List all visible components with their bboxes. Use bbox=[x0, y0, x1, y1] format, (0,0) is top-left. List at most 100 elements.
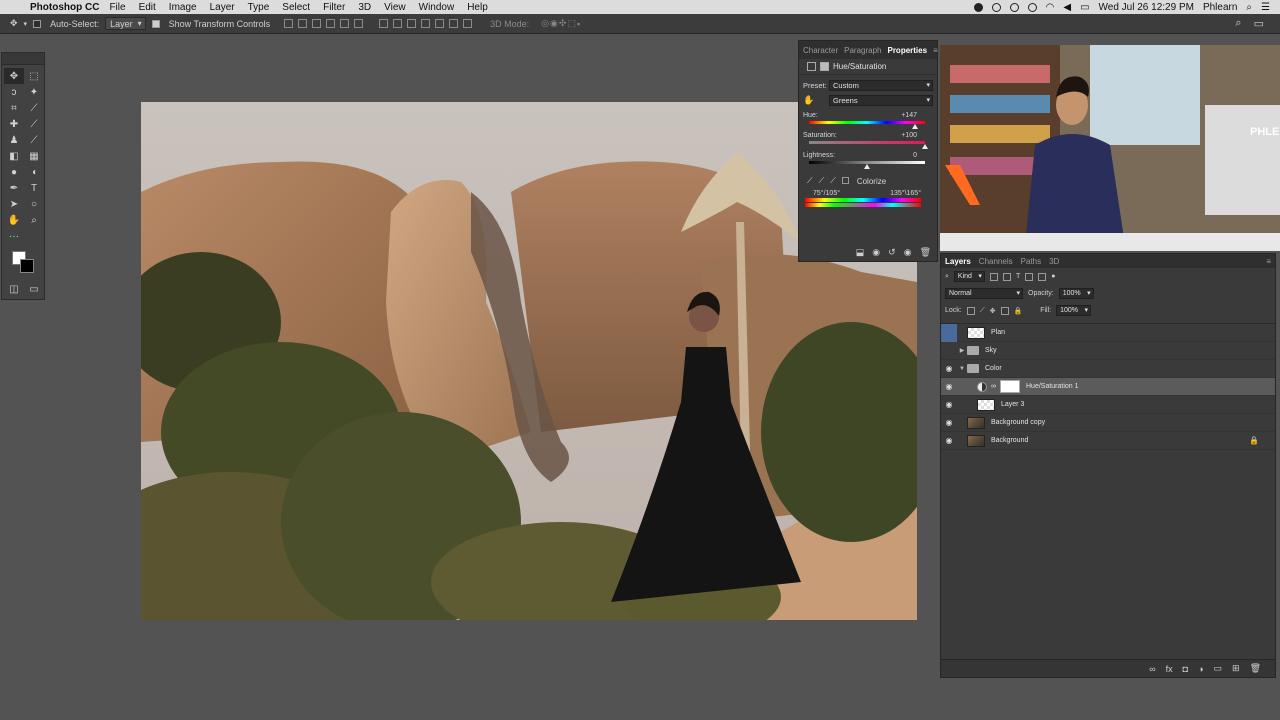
path-selection-tool-icon[interactable]: ➤ bbox=[4, 196, 24, 212]
auto-select-checkbox[interactable] bbox=[33, 19, 44, 29]
colorize-checkbox[interactable] bbox=[841, 176, 851, 186]
eyedropper-icon[interactable]: ⟋ bbox=[807, 176, 813, 186]
blur-tool-icon[interactable]: ● bbox=[4, 164, 24, 180]
notification-center-icon[interactable]: ☰ bbox=[1261, 2, 1270, 13]
opacity-field[interactable]: 100% bbox=[1058, 288, 1094, 299]
clip-to-layer-icon[interactable]: ⬓ bbox=[856, 247, 865, 258]
tab-layers[interactable]: Layers bbox=[945, 257, 971, 266]
filter-toggle-icon[interactable]: ● bbox=[1051, 273, 1055, 280]
tab-character[interactable]: Character bbox=[803, 46, 838, 55]
input-color-bar[interactable] bbox=[805, 198, 921, 202]
distribute-top-icon[interactable] bbox=[379, 19, 389, 28]
layer-mask-thumbnail[interactable] bbox=[1000, 380, 1020, 393]
background-color-swatch[interactable] bbox=[20, 259, 34, 273]
auto-align-icon[interactable] bbox=[463, 19, 473, 28]
wifi-icon[interactable]: ◠ bbox=[1046, 2, 1055, 13]
volume-icon[interactable]: ◀ bbox=[1063, 2, 1071, 13]
3d-roll-icon[interactable]: ◉ bbox=[550, 18, 558, 29]
eyedropper-tool-icon[interactable]: ⟋ bbox=[24, 100, 44, 116]
align-right-icon[interactable] bbox=[354, 19, 364, 28]
distribute-right-icon[interactable] bbox=[449, 19, 459, 28]
tab-channels[interactable]: Channels bbox=[979, 257, 1013, 266]
delete-icon[interactable]: 🗑 bbox=[920, 247, 931, 258]
filter-shape-icon[interactable] bbox=[1025, 272, 1034, 281]
visibility-eye-icon[interactable]: ◉ bbox=[941, 364, 957, 373]
delete-layer-icon[interactable]: 🗑 bbox=[1250, 663, 1261, 674]
menu-edit[interactable]: Edit bbox=[139, 2, 156, 13]
brush-tool-icon[interactable]: ⟋ bbox=[24, 116, 44, 132]
layer-row-plan[interactable]: Plan bbox=[941, 323, 1275, 342]
channel-dropdown[interactable]: Greens bbox=[829, 95, 933, 106]
gradient-tool-icon[interactable]: ▦ bbox=[24, 148, 44, 164]
filter-kind-dropdown[interactable]: Kind bbox=[953, 271, 985, 282]
hand-tool-icon[interactable]: ✋ bbox=[4, 212, 24, 228]
ellipse-tool-icon[interactable]: ○ bbox=[24, 196, 44, 212]
layer-row-background-copy[interactable]: ◉ Background copy bbox=[941, 414, 1275, 432]
layer-name[interactable]: Background bbox=[991, 437, 1028, 444]
datetime[interactable]: Wed Jul 26 12:29 PM bbox=[1099, 2, 1194, 13]
lock-icon[interactable]: 🔒 bbox=[1249, 436, 1259, 445]
screen-mode-icon[interactable]: ▭ bbox=[24, 281, 44, 297]
preset-dropdown[interactable]: Custom bbox=[829, 80, 933, 91]
group-collapse-icon[interactable]: ▶ bbox=[957, 347, 967, 354]
reset-icon[interactable]: ↺ bbox=[888, 247, 896, 258]
align-bottom-icon[interactable] bbox=[312, 19, 322, 28]
visibility-eye-icon[interactable]: ◉ bbox=[941, 382, 957, 391]
saturation-slider-thumb[interactable] bbox=[922, 144, 928, 149]
3d-scale-icon[interactable]: ▪ bbox=[577, 19, 580, 29]
blend-mode-dropdown[interactable]: Normal bbox=[945, 288, 1023, 299]
pen-tool-icon[interactable]: ✒ bbox=[4, 180, 24, 196]
more-tools-icon[interactable]: ··· bbox=[4, 228, 24, 244]
layer-row-hue-saturation[interactable]: ◉ ∞ Hue/Saturation 1 bbox=[941, 378, 1275, 396]
history-brush-tool-icon[interactable]: ⟋ bbox=[24, 132, 44, 148]
menu-view[interactable]: View bbox=[384, 2, 406, 13]
new-layer-icon[interactable]: ⊞ bbox=[1232, 663, 1240, 674]
new-group-icon[interactable]: ▭ bbox=[1214, 663, 1223, 674]
lock-artboard-icon[interactable] bbox=[1000, 306, 1009, 315]
magic-wand-tool-icon[interactable]: ✦ bbox=[24, 84, 44, 100]
align-vcenter-icon[interactable] bbox=[298, 19, 308, 28]
tab-paths[interactable]: Paths bbox=[1021, 257, 1041, 266]
layer-name[interactable]: Background copy bbox=[991, 419, 1045, 426]
show-transform-checkbox[interactable] bbox=[151, 19, 163, 29]
filter-smart-object-icon[interactable] bbox=[1038, 272, 1047, 281]
move-tool-icon[interactable]: ✥ bbox=[4, 68, 24, 84]
visibility-eye-icon[interactable]: ◉ bbox=[941, 346, 957, 355]
search-icon[interactable]: ⌕ bbox=[1235, 17, 1241, 30]
layer-name[interactable]: Color bbox=[985, 365, 1002, 372]
filter-pixel-icon[interactable] bbox=[989, 272, 998, 281]
lightness-value[interactable]: 0 bbox=[913, 152, 917, 159]
layer-row-background[interactable]: ◉ Background 🔒 bbox=[941, 432, 1275, 450]
layer-name[interactable]: Layer 3 bbox=[1001, 401, 1024, 408]
align-top-icon[interactable] bbox=[284, 19, 294, 28]
healing-brush-tool-icon[interactable]: ✚ bbox=[4, 116, 24, 132]
lightness-slider[interactable] bbox=[809, 161, 925, 169]
hue-slider-thumb[interactable] bbox=[911, 124, 918, 129]
lock-position-icon[interactable]: ✥ bbox=[990, 307, 996, 315]
saturation-slider[interactable] bbox=[809, 141, 928, 149]
layer-row-color[interactable]: ◉ ▼ Color bbox=[941, 360, 1275, 378]
layer-name[interactable]: Plan bbox=[991, 329, 1005, 336]
layer-row-layer-3[interactable]: ◉ Layer 3 bbox=[941, 396, 1275, 414]
link-layers-icon[interactable]: ∞ bbox=[1149, 664, 1155, 674]
new-adjustment-icon[interactable]: ◑ bbox=[1198, 664, 1203, 674]
menu-image[interactable]: Image bbox=[169, 2, 197, 13]
app-name[interactable]: Photoshop CC bbox=[30, 2, 99, 13]
distribute-left-icon[interactable] bbox=[421, 19, 431, 28]
visibility-eye-icon[interactable]: ◉ bbox=[941, 400, 957, 409]
zoom-tool-icon[interactable]: ⌕ bbox=[24, 212, 44, 228]
saturation-value[interactable]: +100 bbox=[901, 132, 917, 139]
workspace-icon[interactable]: ▭ bbox=[1254, 17, 1264, 30]
target-adjustment-hand-icon[interactable]: ✋ bbox=[803, 95, 829, 106]
align-left-icon[interactable] bbox=[326, 19, 336, 28]
chain-link-icon[interactable]: ∞ bbox=[991, 383, 996, 390]
filter-type-icon[interactable]: T bbox=[1016, 273, 1020, 280]
user-name[interactable]: Phlearn bbox=[1203, 2, 1237, 13]
tool-preset-chevron-icon[interactable]: ▾ bbox=[24, 20, 28, 28]
battery-icon[interactable]: ▭ bbox=[1080, 2, 1089, 13]
creative-cloud-icon[interactable] bbox=[991, 2, 1001, 12]
distribute-bottom-icon[interactable] bbox=[407, 19, 417, 28]
quick-mask-icon[interactable]: ◫ bbox=[4, 281, 24, 297]
tab-3d[interactable]: 3D bbox=[1049, 257, 1059, 266]
lock-all-icon[interactable]: 🔒 bbox=[1014, 307, 1023, 315]
